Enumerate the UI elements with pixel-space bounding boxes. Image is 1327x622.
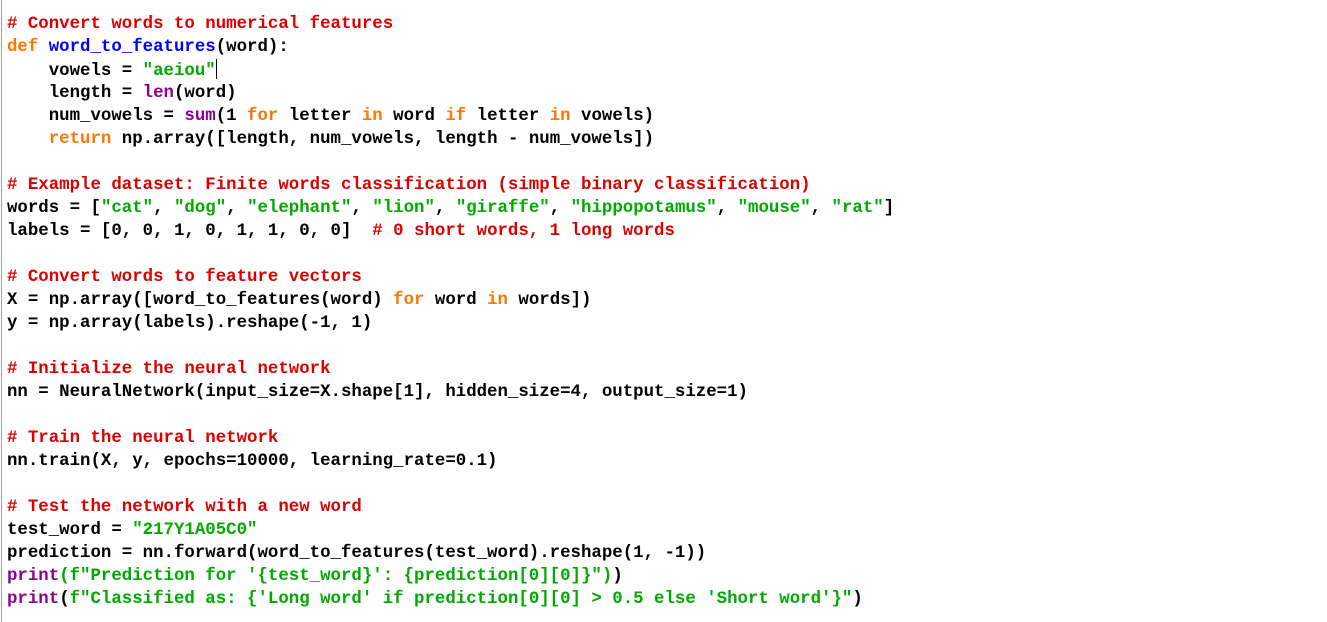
code-line[interactable]: num_vowels = sum(1 for letter in word if… — [7, 105, 894, 128]
code-line[interactable]: test_word = "217Y1A05C0" — [7, 519, 894, 542]
code-line[interactable]: nn = NeuralNetwork(input_size=X.shape[1]… — [7, 381, 894, 404]
code-token: length = — [7, 84, 143, 103]
code-token-string: "dog" — [174, 199, 227, 218]
code-token: ) — [852, 590, 863, 609]
code-line[interactable]: return np.array([length, num_vowels, len… — [7, 128, 894, 151]
code-line[interactable]: labels = [0, 0, 1, 0, 1, 1, 0, 0] # 0 sh… — [7, 220, 894, 243]
code-token: word — [382, 107, 446, 126]
code-token-comment: # 0 short words, 1 long words — [372, 222, 675, 241]
code-token: , — [716, 199, 738, 218]
code-token: nn.train(X, y, epochs=10000, learning_ra… — [7, 452, 498, 471]
code-token-builtin: len — [142, 84, 174, 103]
code-token-comment: # Train the neural network — [7, 429, 279, 448]
code-token-keyword: in — [361, 107, 383, 126]
code-token-keyword: for — [247, 107, 279, 126]
code-line[interactable]: def word_to_features(word): — [7, 36, 894, 59]
code-token: letter — [278, 107, 362, 126]
code-token: nn = NeuralNetwork(input_size=X.shape[1]… — [7, 383, 748, 402]
code-token: (1 — [215, 107, 248, 126]
code-line[interactable]: # Example dataset: Finite words classifi… — [7, 174, 894, 197]
code-token-keyword: in — [549, 107, 571, 126]
code-token: labels = [0, 0, 1, 0, 1, 1, 0, 0] — [7, 222, 373, 241]
code-token: test_word = — [7, 521, 133, 540]
code-line[interactable]: vowels = "aeiou" — [7, 59, 894, 82]
code-line[interactable] — [7, 151, 894, 174]
code-token-defname: word_to_features — [48, 38, 216, 57]
code-token: words = [ — [7, 199, 101, 218]
code-line[interactable]: words = ["cat", "dog", "elephant", "lion… — [7, 197, 894, 220]
code-token-builtin: print — [7, 590, 60, 609]
code-token: vowels = — [7, 62, 143, 81]
code-token-comment: # Convert words to feature vectors — [7, 268, 362, 287]
code-token-builtin: sum — [184, 107, 216, 126]
code-token-string: "aeiou" — [142, 62, 216, 81]
code-token-string: "217Y1A05C0" — [132, 521, 258, 540]
code-token-string: (f"Prediction for '{test_word}': {predic… — [59, 567, 613, 586]
code-line[interactable] — [7, 473, 894, 496]
code-line[interactable]: X = np.array([word_to_features(word) for… — [7, 289, 894, 312]
code-line[interactable]: print(f"Classified as: {'Long word' if p… — [7, 588, 894, 611]
code-token: num_vowels = — [7, 107, 185, 126]
code-line[interactable]: # Convert words to feature vectors — [7, 266, 894, 289]
code-token-string: "elephant" — [247, 199, 352, 218]
code-token-comment: # Test the network with a new word — [7, 498, 362, 517]
code-token-string: "mouse" — [737, 199, 811, 218]
code-token-keyword: return — [48, 130, 112, 149]
code-line[interactable] — [7, 404, 894, 427]
code-line[interactable]: y = np.array(labels).reshape(-1, 1) — [7, 312, 894, 335]
code-line[interactable]: # Convert words to numerical features — [7, 13, 894, 36]
code-token: , — [810, 199, 832, 218]
code-token-string: "giraffe" — [455, 199, 550, 218]
code-line[interactable] — [7, 335, 894, 358]
code-token-comment: # Example dataset: Finite words classifi… — [7, 176, 811, 195]
code-token: word — [424, 291, 488, 310]
code-token: vowels) — [570, 107, 655, 126]
code-token-string: f"Classified as: {'Long word' if predict… — [69, 590, 853, 609]
code-token: words]) — [507, 291, 592, 310]
code-line[interactable]: print(f"Prediction for '{test_word}': {p… — [7, 565, 894, 588]
code-token: prediction = nn.forward(word_to_features… — [7, 544, 707, 563]
code-token-string: "lion" — [372, 199, 435, 218]
code-token: np.array([length, num_vowels, length - n… — [111, 130, 655, 149]
code-token-string: "hippopotamus" — [570, 199, 717, 218]
code-token: , — [351, 199, 373, 218]
code-token: ] — [883, 199, 895, 218]
code-token-string: "cat" — [100, 199, 154, 218]
code-token: X = np.array([word_to_features(word) — [7, 291, 394, 310]
code-token: ) — [612, 567, 623, 586]
code-token: letter — [466, 107, 550, 126]
code-token-keyword: in — [487, 291, 508, 310]
text-cursor — [215, 59, 217, 79]
code-line[interactable]: # Train the neural network — [7, 427, 894, 450]
code-token: , — [434, 199, 456, 218]
code-line[interactable]: # Initialize the neural network — [7, 358, 894, 381]
code-line[interactable] — [7, 243, 894, 266]
code-token: (word) — [173, 84, 237, 103]
code-token: , — [226, 199, 248, 218]
code-line[interactable]: length = len(word) — [7, 82, 894, 105]
code-token-string: "rat" — [831, 199, 884, 218]
code-token: (word): — [215, 38, 289, 57]
code-line[interactable]: prediction = nn.forward(word_to_features… — [7, 542, 894, 565]
code-token: , — [153, 199, 174, 218]
editor-gutter-border — [1, 0, 2, 622]
code-token-keyword: def — [7, 38, 39, 57]
code-token: , — [549, 199, 571, 218]
code-token-builtin: print — [7, 567, 60, 586]
code-token: y = np.array(labels).reshape(-1, 1) — [7, 314, 373, 333]
code-token-keyword: for — [393, 291, 425, 310]
code-token-comment: # Convert words to numerical features — [7, 15, 394, 34]
code-token-keyword: if — [445, 107, 467, 126]
code-line[interactable]: nn.train(X, y, epochs=10000, learning_ra… — [7, 450, 894, 473]
code-editor[interactable]: # Convert words to numerical features def… — [7, 13, 894, 611]
code-token-comment: # Initialize the neural network — [7, 360, 331, 379]
code-line[interactable]: # Test the network with a new word — [7, 496, 894, 519]
code-token-default: ( — [59, 590, 70, 609]
